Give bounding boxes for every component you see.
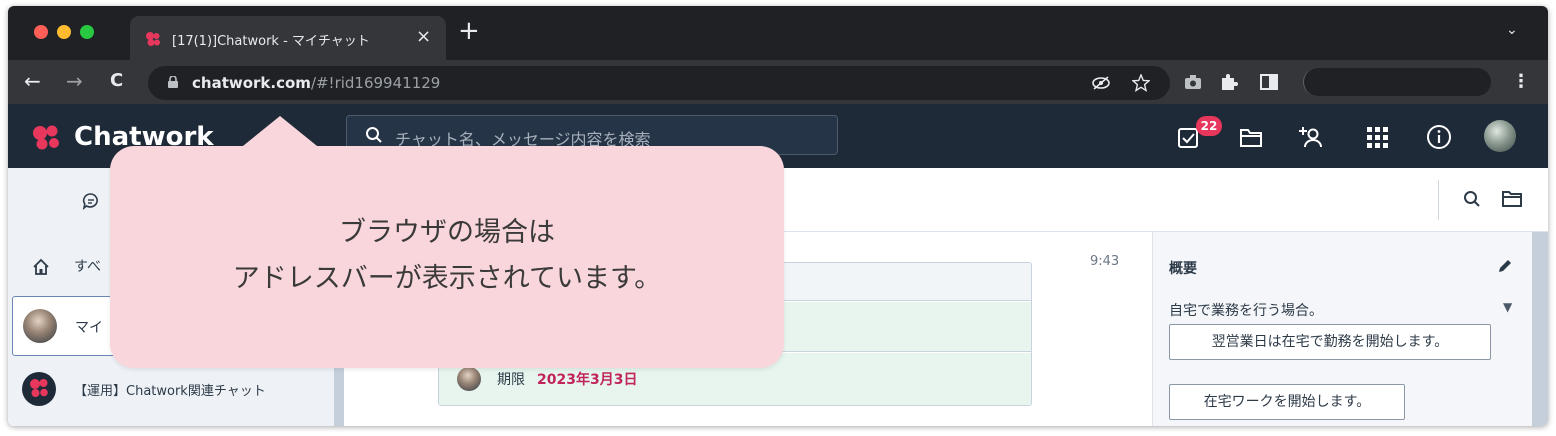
- minimize-window-button[interactable]: [57, 25, 71, 39]
- reload-icon[interactable]: C: [110, 70, 123, 92]
- eye-off-icon[interactable]: [1092, 76, 1110, 90]
- apps-grid-icon[interactable]: [1364, 124, 1390, 150]
- url-text: chatwork.com/#!rid169941129: [192, 74, 441, 92]
- camera-extension-icon[interactable]: [1184, 74, 1202, 90]
- assignee-avatar: [457, 367, 481, 391]
- bookmark-star-icon[interactable]: [1132, 74, 1150, 92]
- chat-bubble-icon[interactable]: [82, 192, 100, 210]
- tab-close-icon[interactable]: ×: [416, 26, 431, 47]
- chatwork-logo-icon: [30, 379, 48, 397]
- summary-title: 概要: [1169, 261, 1197, 277]
- room-files-icon[interactable]: [1502, 190, 1522, 208]
- room-name: マイ: [75, 320, 103, 336]
- next-day-remote-button[interactable]: 翌営業日は在宅で勤務を開始します。: [1169, 324, 1491, 360]
- lock-icon: [168, 76, 178, 88]
- chatwork-favicon-icon: [146, 32, 160, 46]
- room-avatar: [23, 309, 57, 343]
- browser-window: [17(1)]Chatwork - マイチャット × + ⌄ ← → C cha…: [8, 6, 1548, 426]
- home-icon: [33, 258, 49, 275]
- side-panel-icon[interactable]: [1260, 74, 1278, 90]
- browser-tab-active[interactable]: [17(1)]Chatwork - マイチャット ×: [130, 16, 446, 60]
- forward-arrow-icon[interactable]: →: [66, 70, 83, 92]
- room-summary-pane: 概要 自宅で業務を行う場合。 ▼ 翌営業日は在宅で勤務を開始します。 在宅ワーク…: [1152, 232, 1532, 426]
- message-timestamp: 9:43: [1090, 254, 1120, 269]
- close-window-button[interactable]: [34, 25, 48, 39]
- pane-scrollbar[interactable]: [1532, 232, 1548, 426]
- callout-line-1: ブラウザの場合は: [339, 217, 555, 248]
- task-count-badge: 22: [1196, 116, 1222, 136]
- callout-line-2: アドレスバーが表示されています。: [232, 263, 662, 294]
- info-icon[interactable]: [1426, 124, 1452, 150]
- edit-pencil-icon[interactable]: [1497, 258, 1513, 274]
- room-filter-all[interactable]: すべ: [74, 256, 101, 276]
- maximize-window-button[interactable]: [80, 25, 94, 39]
- browser-menu-icon[interactable]: ⋮: [1512, 71, 1530, 92]
- tab-bar: [17(1)]Chatwork - マイチャット × + ⌄: [8, 6, 1548, 60]
- extensions-puzzle-icon[interactable]: [1220, 73, 1238, 91]
- folder-icon[interactable]: [1238, 124, 1264, 150]
- profile-button[interactable]: [1303, 68, 1491, 96]
- new-tab-button[interactable]: +: [458, 18, 480, 44]
- room-search-icon[interactable]: [1463, 190, 1481, 208]
- room-avatar: [22, 372, 56, 406]
- back-arrow-icon[interactable]: ←: [24, 70, 41, 92]
- due-date: 2023年3月3日: [537, 372, 638, 388]
- room-list-item[interactable]: 【運用】Chatwork関連チャット: [12, 360, 330, 416]
- divider: [1438, 180, 1439, 220]
- tab-list-chevron-icon[interactable]: ⌄: [1506, 22, 1518, 38]
- callout-text: ブラウザの場合は アドレスバーが表示されています。: [110, 210, 784, 302]
- annotation-callout: ブラウザの場合は アドレスバーが表示されています。: [110, 146, 784, 368]
- search-icon: [366, 127, 382, 143]
- expand-caret-icon[interactable]: ▼: [1503, 300, 1512, 314]
- room-name: 【運用】Chatwork関連チャット: [74, 384, 266, 399]
- chatwork-logo-icon: [33, 125, 59, 150]
- summary-description: 自宅で業務を行う場合。: [1169, 303, 1323, 319]
- add-contact-icon[interactable]: [1298, 124, 1324, 150]
- browser-toolbar: ← → C chatwork.com/#!rid169941129 ⋮: [8, 60, 1548, 104]
- address-bar[interactable]: chatwork.com/#!rid169941129: [148, 66, 1170, 100]
- tab-title: [17(1)]Chatwork - マイチャット: [172, 34, 370, 49]
- callout-pointer: [238, 116, 322, 150]
- start-remote-work-button[interactable]: 在宅ワークを開始します。: [1169, 384, 1405, 420]
- user-avatar[interactable]: [1484, 120, 1516, 152]
- due-label: 期限: [497, 372, 525, 388]
